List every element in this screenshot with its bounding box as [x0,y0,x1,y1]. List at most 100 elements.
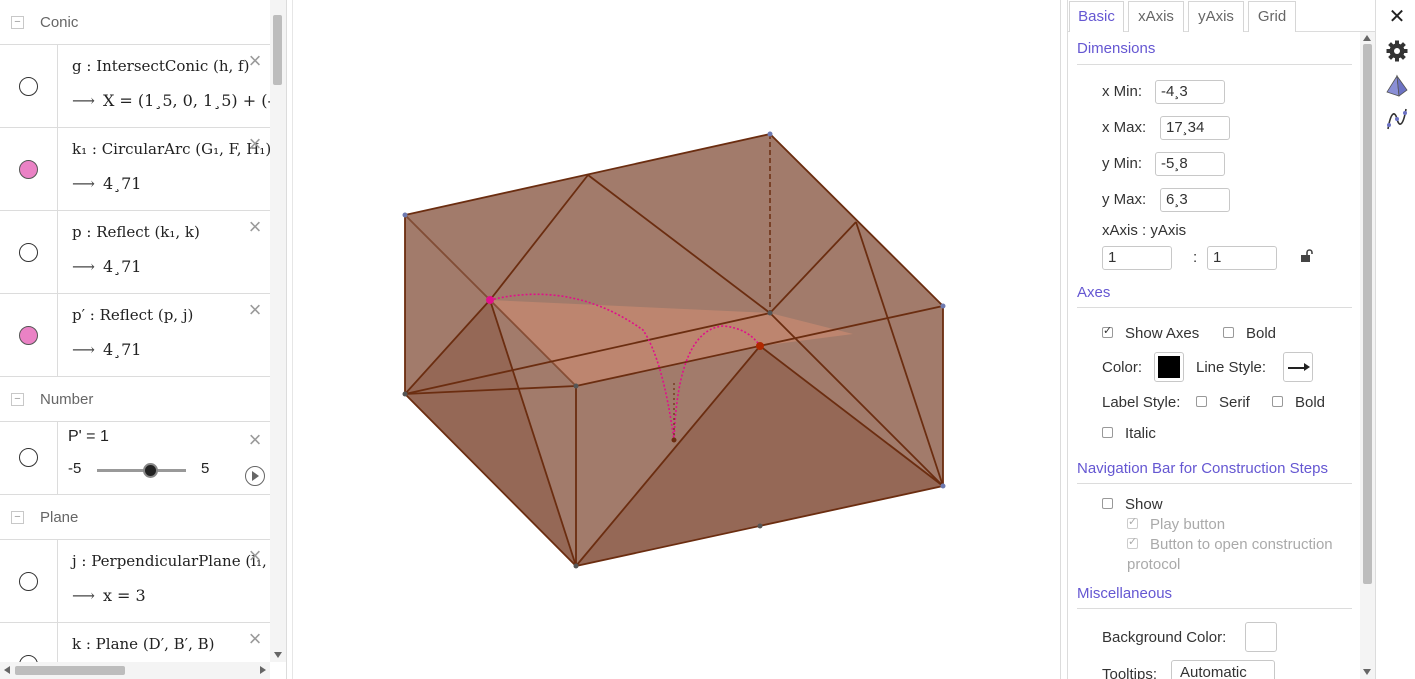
slider-track[interactable] [97,469,186,472]
divider [1077,608,1352,609]
scroll-up-icon[interactable] [1363,35,1371,41]
collapse-toggle-icon[interactable]: − [11,393,24,406]
marble-icon[interactable] [19,448,38,467]
slider-thumb[interactable] [143,463,159,478]
close-icon[interactable]: ✕ [1385,5,1409,29]
graphics-3d-view[interactable] [293,0,1060,679]
algebra-item-k[interactable]: k : Plane (D′, B′, B) × [0,623,270,662]
group-name: Number [40,391,94,408]
visibility-toggle[interactable] [0,211,58,293]
marble-icon[interactable] [19,326,38,345]
algebra-item-p-prime[interactable]: p′ : Reflect (p, j) ⟶ 4¸71 × [0,294,270,377]
marble-icon[interactable] [19,572,38,591]
algebra-item-j[interactable]: j : PerpendicularPlane (l₁, l₂) ⟶ x = 3 × [0,540,270,623]
tab-grid[interactable]: Grid [1248,1,1296,32]
line-style-button[interactable] [1283,352,1313,382]
item-definition[interactable]: p′ : Reflect (p, j) [72,306,193,324]
scroll-right-icon[interactable] [260,666,266,674]
scroll-down-icon[interactable] [274,652,282,658]
close-icon[interactable]: × [246,133,264,155]
bold-checkbox[interactable] [1223,327,1234,338]
close-icon[interactable]: × [246,50,264,72]
xmin-input[interactable]: -4¸3 [1155,80,1225,104]
group-header-plane[interactable]: − Plane [0,495,270,540]
algebra-horizontal-scrollbar[interactable] [0,662,270,679]
algebra-list: − Conic g : IntersectConic (h, f) ⟶ X = (… [0,0,270,662]
algebra-item-p[interactable]: p : Reflect (k₁, k) ⟶ 4¸71 × [0,211,270,294]
item-definition[interactable]: g : IntersectConic (h, f) [72,57,249,75]
graph-icon[interactable] [1385,107,1409,131]
italic-checkbox[interactable] [1102,427,1113,438]
item-definition[interactable]: P' = 1 [68,428,109,446]
visibility-toggle[interactable] [0,540,58,622]
close-icon[interactable]: × [246,429,264,451]
show-navigation-checkbox[interactable] [1102,498,1113,509]
item-definition[interactable]: k₁ : CircularArc (G₁, F, H₁) [72,140,270,158]
arrow-head-icon [1304,363,1310,371]
point-red [756,342,764,350]
axes-color-button[interactable] [1154,352,1184,382]
pyramid-icon[interactable] [1385,74,1409,98]
ymin-input[interactable]: -5¸8 [1155,152,1225,176]
properties-body: Dimensions x Min: -4¸3 x Max: 17¸34 y Mi… [1068,32,1360,679]
item-definition[interactable]: j : PerpendicularPlane (l₁, l₂) [72,552,270,570]
3d-scene[interactable] [293,0,1060,679]
algebra-vertical-scrollbar[interactable] [270,0,286,662]
marble-icon[interactable] [19,77,38,96]
serif-checkbox[interactable] [1196,396,1207,407]
show-axes-checkbox[interactable] [1102,324,1113,338]
close-icon[interactable]: × [246,545,264,567]
collapse-toggle-icon[interactable]: − [11,511,24,524]
play-icon[interactable] [245,466,265,486]
tab-xaxis[interactable]: xAxis [1128,1,1184,32]
tab-yaxis[interactable]: yAxis [1188,1,1244,32]
visibility-toggle[interactable] [0,294,58,376]
view-divider[interactable] [286,0,293,679]
bg-color-button[interactable] [1245,622,1277,652]
visibility-toggle[interactable] [0,422,58,494]
tooltips-select[interactable]: Automatic [1171,660,1275,679]
ratio-y-input[interactable]: 1 [1207,246,1277,270]
group-header-number[interactable]: − Number [0,377,270,422]
ratio-x-input[interactable]: 1 [1102,246,1172,270]
ymax-input[interactable]: 6¸3 [1160,188,1230,212]
marble-icon[interactable] [19,655,38,662]
collapse-toggle-icon[interactable]: − [11,16,24,29]
marble-icon[interactable] [19,160,38,179]
visibility-toggle[interactable] [0,45,58,127]
tab-basic[interactable]: Basic [1069,1,1124,32]
visibility-toggle[interactable] [0,623,58,662]
close-icon[interactable]: × [246,216,264,238]
label-bold-checkbox[interactable] [1272,396,1283,407]
line-style-label: Line Style: [1196,359,1267,376]
group-header-conic[interactable]: − Conic [0,0,270,45]
close-icon[interactable]: × [246,299,264,321]
scrollbar-thumb[interactable] [15,666,125,675]
lock-icon[interactable] [1300,249,1314,263]
scroll-left-icon[interactable] [4,666,10,674]
properties-scrollbar[interactable] [1360,32,1375,679]
scroll-down-icon[interactable] [1363,669,1371,675]
group-name: Plane [40,509,79,526]
point-pink [486,296,494,304]
xmax-input[interactable]: 17¸34 [1160,116,1230,140]
point [767,310,773,316]
point [757,523,763,529]
algebra-item-k1[interactable]: k₁ : CircularArc (G₁, F, H₁) ⟶ 4¸71 × [0,128,270,211]
point [767,131,773,137]
ymax-label: y Max: [1102,191,1147,208]
close-icon[interactable]: × [246,628,264,650]
gear-icon[interactable] [1385,39,1409,63]
item-definition[interactable]: p : Reflect (k₁, k) [72,223,200,241]
algebra-item-slider[interactable]: P' = 1 -5 5 × [0,422,270,495]
axis-ratio-label: xAxis : yAxis [1102,222,1187,239]
view-divider[interactable] [1060,0,1068,679]
algebra-item-g[interactable]: g : IntersectConic (h, f) ⟶ X = (1¸5, 0, … [0,45,270,128]
visibility-toggle[interactable] [0,128,58,210]
item-definition[interactable]: k : Plane (D′, B′, B) [72,635,214,653]
marble-icon[interactable] [19,243,38,262]
scrollbar-thumb[interactable] [273,15,282,85]
slider[interactable]: -5 5 [68,460,258,480]
scrollbar-thumb[interactable] [1363,44,1372,584]
item-value-text: x = 3 [102,586,146,605]
